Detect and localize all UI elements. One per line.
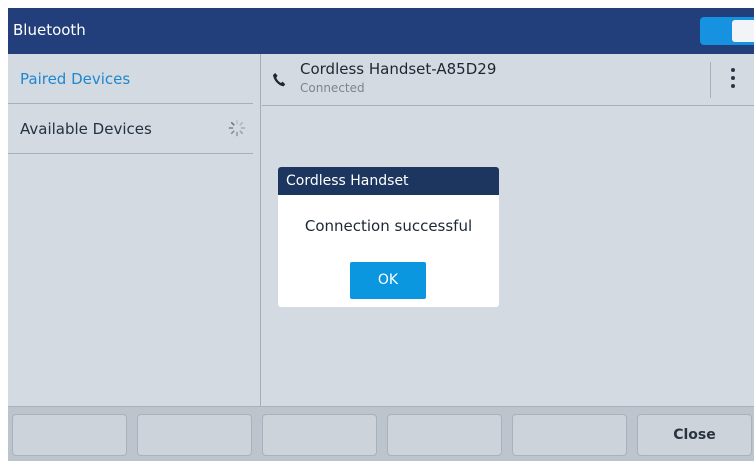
row-divider bbox=[710, 62, 711, 98]
toggle-knob bbox=[732, 20, 754, 42]
device-name: Cordless Handset-A85D29 bbox=[300, 60, 497, 78]
sidebar-item-label: Available Devices bbox=[20, 120, 152, 138]
title-bar: Bluetooth bbox=[8, 8, 754, 54]
page-title: Bluetooth bbox=[13, 21, 86, 39]
loading-spinner-icon bbox=[228, 119, 246, 137]
softkey-4[interactable] bbox=[387, 414, 502, 456]
softkey-3[interactable] bbox=[262, 414, 377, 456]
dialog-title: Cordless Handset bbox=[286, 173, 409, 189]
softkey-1[interactable] bbox=[12, 414, 127, 456]
close-button[interactable]: Close bbox=[637, 414, 752, 456]
connection-dialog: Cordless Handset Connection successful O… bbox=[278, 167, 499, 307]
dialog-header: Cordless Handset bbox=[278, 167, 499, 195]
softkey-5[interactable] bbox=[512, 414, 627, 456]
sidebar-item-available-devices[interactable]: Available Devices bbox=[8, 104, 253, 154]
softkey-2[interactable] bbox=[137, 414, 252, 456]
phone-icon bbox=[273, 73, 286, 87]
softkey-bar: Close bbox=[8, 406, 754, 461]
device-status: Connected bbox=[300, 81, 365, 95]
sidebar-item-paired-devices[interactable]: Paired Devices bbox=[8, 54, 253, 104]
dialog-message: Connection successful bbox=[304, 217, 473, 235]
device-row[interactable]: Cordless Handset-A85D29 Connected bbox=[262, 54, 754, 106]
more-vertical-icon[interactable] bbox=[730, 68, 736, 92]
sidebar-item-label: Paired Devices bbox=[20, 70, 131, 88]
ok-button[interactable]: OK bbox=[350, 262, 426, 299]
bluetooth-toggle[interactable] bbox=[700, 17, 754, 45]
sidebar: Paired Devices Available Devices bbox=[8, 54, 261, 406]
